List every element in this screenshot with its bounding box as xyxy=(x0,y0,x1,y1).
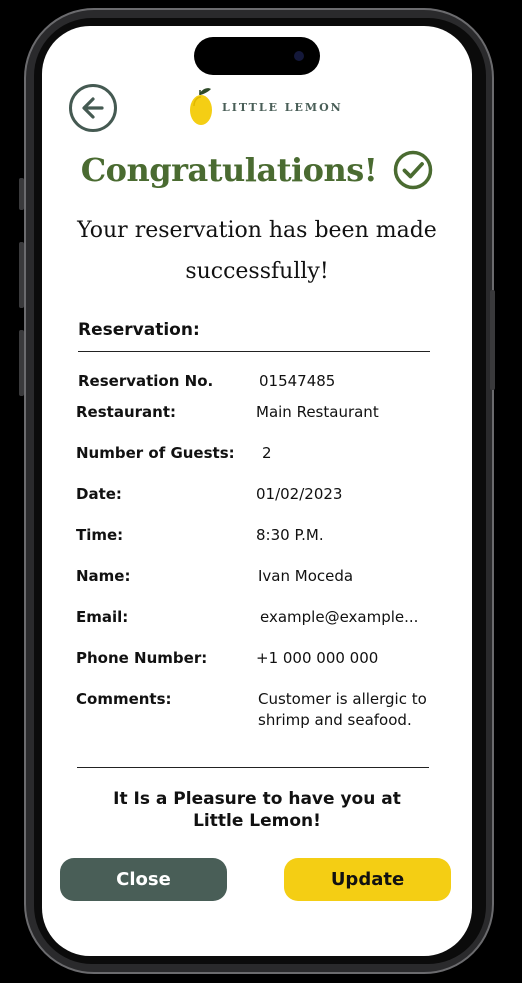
comments-label: Comments: xyxy=(76,690,172,708)
email-label: Email: xyxy=(76,608,129,626)
power-button xyxy=(490,290,495,390)
reservation-no-label: Reservation No. xyxy=(78,372,214,390)
logo-text: LITTLE LEMON xyxy=(222,100,343,114)
lemon-icon xyxy=(190,88,212,125)
volume-up-button xyxy=(19,242,24,308)
app-screen: LITTLE LEMON Congratulations! Your reser… xyxy=(42,26,472,956)
closing-line-2: Little Lemon! xyxy=(193,811,321,831)
phone-value: +1 000 000 000 xyxy=(256,649,379,667)
restaurant-label: Restaurant: xyxy=(76,403,176,421)
email-value: example@example... xyxy=(260,608,419,626)
dynamic-island xyxy=(194,37,320,75)
reservation-no-value: 01547485 xyxy=(259,372,336,390)
success-message: Your reservation has been made successfu… xyxy=(77,218,437,284)
divider-top xyxy=(78,351,430,352)
camera-dot xyxy=(294,51,304,61)
closing-line-1: It Is a Pleasure to have you at xyxy=(113,789,401,809)
date-value: 01/02/2023 xyxy=(256,485,343,503)
divider-bottom xyxy=(77,767,429,768)
date-label: Date: xyxy=(76,485,122,503)
closing-message: It Is a Pleasure to have you at Little L… xyxy=(82,788,432,832)
title-row: Congratulations! xyxy=(42,150,472,190)
time-label: Time: xyxy=(76,526,124,544)
phone-label: Phone Number: xyxy=(76,649,208,667)
restaurant-value: Main Restaurant xyxy=(256,403,379,421)
page-title: Congratulations! xyxy=(80,151,378,189)
update-button[interactable]: Update xyxy=(284,858,451,901)
comments-value-line1: Customer is allergic to xyxy=(258,690,427,708)
close-button[interactable]: Close xyxy=(60,858,227,901)
comments-value-line2: shrimp and seafood. xyxy=(258,711,412,729)
arrow-left-circle-icon xyxy=(82,97,104,119)
name-value: Ivan Moceda xyxy=(258,567,354,585)
back-button[interactable] xyxy=(69,84,117,132)
guests-label: Number of Guests: xyxy=(76,444,235,462)
brand-logo: LITTLE LEMON xyxy=(188,86,343,128)
check-circle-icon xyxy=(394,150,433,190)
volume-down-button xyxy=(19,330,24,396)
section-label: Reservation: xyxy=(78,320,200,340)
guests-value: 2 xyxy=(262,444,272,462)
time-value: 8:30 P.M. xyxy=(256,526,324,544)
name-label: Name: xyxy=(76,567,131,585)
mute-switch xyxy=(19,178,24,210)
